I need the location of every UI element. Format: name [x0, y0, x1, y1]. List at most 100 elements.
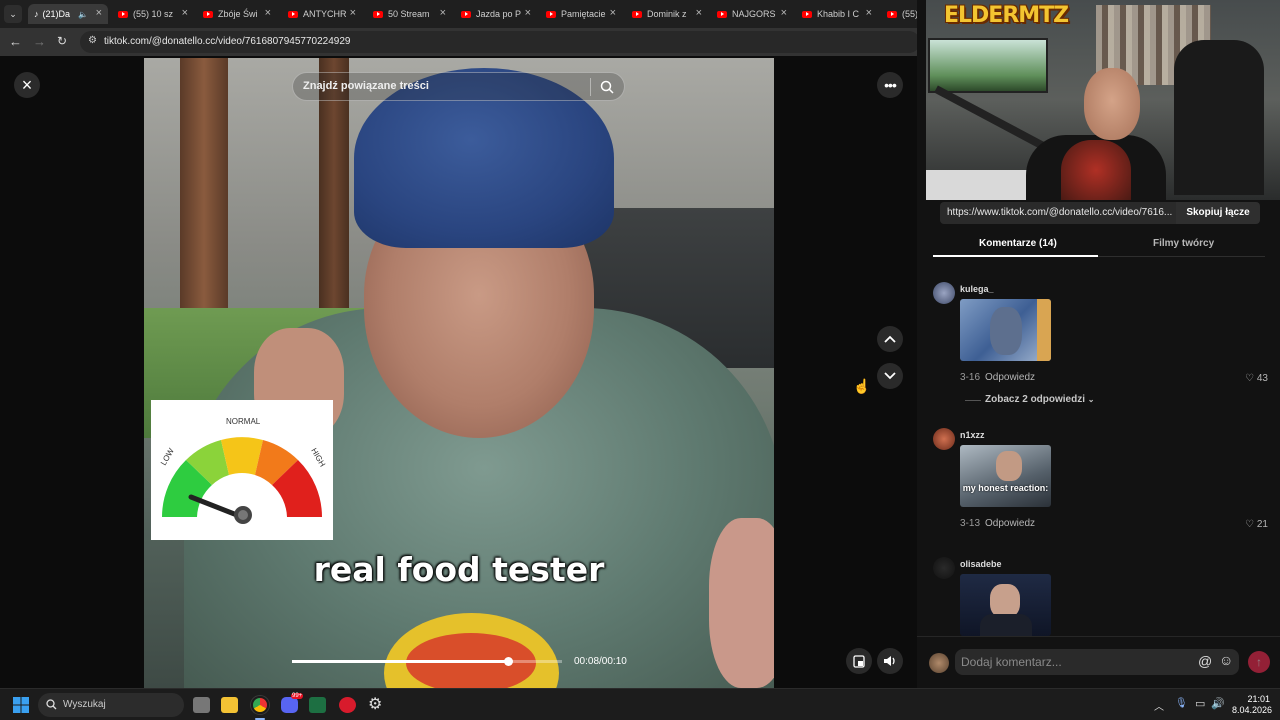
browser-tab[interactable]: NAJGORS ×: [711, 4, 793, 24]
tiktok-icon: ♪: [34, 9, 39, 19]
share-link-field[interactable]: https://www.tiktok.com/@donatello.cc/vid…: [940, 202, 1176, 224]
gaming-chair: [1174, 40, 1264, 195]
send-comment-button[interactable]: ↑: [1248, 651, 1270, 673]
browser-tab[interactable]: Zbóje Świ ×: [197, 4, 277, 24]
discord-badge: 99+: [291, 693, 304, 699]
next-video-button[interactable]: [877, 363, 903, 389]
search-placeholder: Znajdź powiązane treści: [303, 80, 429, 92]
more-options-button[interactable]: •••: [877, 72, 903, 98]
previous-video-button[interactable]: [877, 326, 903, 352]
youtube-icon: [461, 10, 471, 18]
chrome-icon[interactable]: [251, 696, 269, 714]
app-icon[interactable]: [339, 697, 356, 713]
close-tab-icon[interactable]: ×: [866, 7, 872, 19]
view-replies-link[interactable]: Zobacz 2 odpowiedzi ⌄: [985, 394, 1095, 405]
browser-tab[interactable]: 50 Stream ×: [367, 4, 452, 24]
close-tab-icon[interactable]: ×: [440, 7, 446, 19]
video-progress-knob[interactable]: [504, 657, 513, 666]
comment-placeholder: Dodaj komentarz...: [961, 655, 1062, 669]
mention-icon[interactable]: @: [1198, 653, 1212, 669]
clock-date: 8.04.2026: [1232, 705, 1273, 715]
comment-date: 3-13: [960, 518, 981, 529]
taskbar-clock[interactable]: 21:01 8.04.2026: [1232, 694, 1273, 716]
discord-icon[interactable]: [281, 697, 298, 713]
avatar[interactable]: [933, 282, 955, 304]
close-tab-icon[interactable]: ×: [182, 7, 188, 19]
volume-button[interactable]: [877, 648, 903, 674]
task-view-icon[interactable]: [193, 697, 210, 713]
tab-label: Zbóje Świ: [218, 9, 258, 19]
comment-username[interactable]: n1xzz: [960, 430, 985, 440]
excel-icon[interactable]: [309, 697, 326, 713]
comment-image[interactable]: [960, 299, 1051, 361]
browser-tab[interactable]: Pamiętacie ×: [540, 4, 622, 24]
video-progress-bar[interactable]: [292, 657, 562, 666]
youtube-icon: [546, 10, 556, 18]
browser-tab[interactable]: Jazda po P ×: [455, 4, 537, 24]
search-icon[interactable]: [600, 80, 614, 94]
close-tab-icon[interactable]: ×: [525, 7, 531, 19]
tab-label: (21)Da: [42, 9, 71, 19]
browser-tab[interactable]: ANTYCHR ×: [282, 4, 362, 24]
reply-link[interactable]: Odpowiedz: [985, 518, 1035, 529]
settings-gear-icon[interactable]: ⚙: [368, 694, 382, 714]
forward-icon[interactable]: →: [33, 34, 46, 49]
mute-icon[interactable]: 🔈: [78, 10, 88, 19]
tab-label: Dominik z: [647, 9, 687, 19]
url-text: tiktok.com/@donatello.cc/video/761680794…: [104, 36, 351, 47]
reload-icon[interactable]: ↻: [57, 34, 67, 48]
comment-username[interactable]: kulega_: [960, 284, 994, 294]
youtube-icon: [632, 10, 642, 18]
youtube-icon: [203, 10, 213, 18]
comment-likes[interactable]: ♡ 21: [1245, 519, 1268, 530]
clock-time: 21:01: [1247, 694, 1270, 704]
close-video-button[interactable]: ×: [14, 72, 40, 98]
gauge-label-low: LOW: [159, 446, 176, 467]
related-search-input[interactable]: Znajdź powiązane treści: [292, 72, 625, 101]
browser-tab[interactable]: Dominik z ×: [626, 4, 708, 24]
browser-tab[interactable]: Khabib I C ×: [796, 4, 878, 24]
back-icon[interactable]: ←: [9, 34, 22, 49]
copy-link-button[interactable]: Skopiuj łącze: [1176, 202, 1260, 224]
close-tab-icon[interactable]: ×: [96, 7, 102, 19]
replies-divider: [965, 400, 981, 401]
emoji-icon[interactable]: ☺: [1219, 652, 1233, 668]
tab-label: Khabib I C: [817, 9, 860, 19]
microphone-icon[interactable]: 🎙: [1175, 698, 1188, 709]
comment-item: olisadebe: [933, 557, 1268, 636]
comment-username[interactable]: olisadebe: [960, 559, 1002, 569]
close-tab-icon[interactable]: ×: [265, 7, 271, 19]
search-divider: [590, 78, 591, 96]
tab-list-dropdown-button[interactable]: ⌄: [4, 5, 22, 23]
gauge-graphic: LOW NORMAL HIGH: [151, 400, 333, 540]
pip-button[interactable]: [846, 648, 872, 674]
reply-link[interactable]: Odpowiedz: [985, 372, 1035, 383]
windows-start-icon[interactable]: [13, 697, 29, 713]
taskbar-search[interactable]: Wyszukaj: [38, 693, 184, 717]
browser-tab-active[interactable]: ♪ (21)Da 🔈 ×: [28, 4, 108, 24]
avatar[interactable]: [933, 428, 955, 450]
close-tab-icon[interactable]: ×: [610, 7, 616, 19]
speaker-icon[interactable]: 🔊: [1211, 697, 1225, 710]
url-field[interactable]: ⚙ tiktok.com/@donatello.cc/video/7616807…: [80, 31, 920, 53]
system-tray-overflow-icon[interactable]: ︿: [1154, 698, 1164, 713]
file-explorer-icon[interactable]: [221, 697, 238, 713]
tab-creator-videos[interactable]: Filmy twórcy: [1153, 238, 1214, 249]
video-player[interactable]: LOW NORMAL HIGH real food tester: [144, 58, 774, 688]
gauge-label-normal: NORMAL: [226, 417, 261, 426]
comment-image[interactable]: [960, 574, 1051, 636]
comment-likes[interactable]: ♡ 43: [1245, 373, 1268, 384]
avatar[interactable]: [933, 557, 955, 579]
heart-icon: ♡: [1245, 519, 1257, 530]
site-info-icon[interactable]: ⚙: [88, 35, 97, 46]
network-icon[interactable]: ▭: [1195, 697, 1205, 710]
browser-tab[interactable]: (55) 10 sz ×: [112, 4, 194, 24]
comment-image[interactable]: my honest reaction:: [960, 445, 1051, 507]
tab-comments[interactable]: Komentarze (14): [979, 238, 1057, 249]
comment-input[interactable]: Dodaj komentarz... @ ☺: [955, 649, 1239, 675]
close-tab-icon[interactable]: ×: [781, 7, 787, 19]
youtube-icon: [373, 10, 383, 18]
close-tab-icon[interactable]: ×: [350, 7, 356, 19]
youtube-icon: [288, 10, 298, 18]
close-tab-icon[interactable]: ×: [696, 7, 702, 19]
